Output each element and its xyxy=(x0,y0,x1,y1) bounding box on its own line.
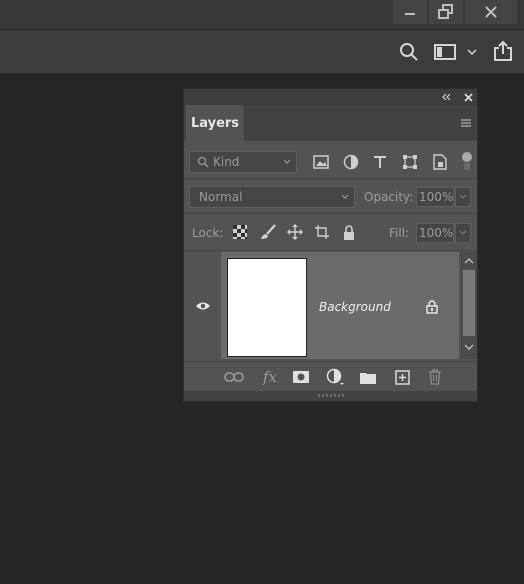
adjustment-icon xyxy=(326,368,344,385)
new-adjustment-layer-button[interactable] xyxy=(326,368,346,386)
chevron-down-icon xyxy=(459,194,467,199)
blend-mode-select[interactable]: Normal xyxy=(189,186,355,208)
smart-object-filter-icon xyxy=(433,154,447,170)
blend-row: Normal Opacity: 100% xyxy=(184,179,477,214)
lock-position-button[interactable] xyxy=(286,223,304,241)
new-layer-icon xyxy=(394,369,410,385)
share-button[interactable] xyxy=(491,39,515,63)
lock-label: Lock: xyxy=(192,226,224,240)
fill-dropdown[interactable] xyxy=(455,223,471,243)
panel-titlebar[interactable] xyxy=(184,89,477,105)
workspace-dropdown[interactable] xyxy=(466,46,478,58)
layers-panel: Layers Kind Normal Opacity: 100% Lock: F… xyxy=(183,88,478,402)
opacity-value: 100% xyxy=(419,190,454,204)
move-icon xyxy=(287,224,303,240)
lock-icon xyxy=(426,300,438,314)
panel-tab-row: Layers xyxy=(184,105,477,141)
search-icon xyxy=(400,43,418,61)
filter-kind-select[interactable]: Kind xyxy=(189,151,297,173)
artboard-icon xyxy=(315,225,329,239)
chevron-down-icon xyxy=(464,344,474,350)
layer-lock-indicator xyxy=(425,299,439,315)
close-panel-button[interactable] xyxy=(461,90,475,104)
trash-icon xyxy=(429,369,441,385)
add-mask-button[interactable] xyxy=(292,369,310,385)
opacity-dropdown[interactable] xyxy=(455,187,471,207)
restore-button[interactable] xyxy=(429,0,463,24)
share-icon xyxy=(494,40,512,61)
workspace-icon xyxy=(434,44,456,60)
restore-icon xyxy=(438,4,453,19)
minimize-button[interactable] xyxy=(393,0,427,24)
type-filter-button[interactable] xyxy=(371,153,389,171)
fill-value: 100% xyxy=(419,226,454,240)
chevron-down-icon xyxy=(467,49,477,56)
menu-icon xyxy=(461,119,471,127)
filter-row: Kind xyxy=(184,141,477,179)
lock-image-pixels-button[interactable] xyxy=(259,223,277,241)
window-titlebar xyxy=(0,0,524,30)
lock-transparent-pixels-button[interactable] xyxy=(232,224,248,240)
double-chevron-left-icon xyxy=(442,93,451,101)
new-layer-button[interactable] xyxy=(393,369,411,385)
link-icon xyxy=(224,372,244,382)
layer-row-background[interactable]: Background xyxy=(221,252,459,359)
search-icon xyxy=(197,156,209,168)
layer-visibility-toggle[interactable] xyxy=(194,299,212,313)
scrollbar-thumb[interactable] xyxy=(463,270,475,336)
filter-kind-label: Kind xyxy=(213,155,240,169)
layer-thumbnail xyxy=(227,258,307,357)
lock-all-button[interactable] xyxy=(341,223,357,241)
folder-icon xyxy=(360,372,376,384)
link-layers-button[interactable] xyxy=(223,369,245,385)
shape-filter-icon xyxy=(403,155,417,169)
type-filter-icon xyxy=(374,156,386,168)
layer-name: Background xyxy=(319,300,391,314)
chevron-down-icon xyxy=(459,230,467,235)
opacity-label: Opacity: xyxy=(364,190,414,204)
search-button[interactable] xyxy=(398,42,420,62)
fx-icon: fx xyxy=(262,368,277,386)
mask-icon xyxy=(293,371,309,383)
opacity-input[interactable]: 100% xyxy=(416,187,454,207)
image-filter-icon xyxy=(313,155,329,169)
smart-object-filter-button[interactable] xyxy=(431,153,449,171)
tab-layers[interactable]: Layers xyxy=(186,105,245,141)
checkerboard-icon xyxy=(233,225,247,239)
chevron-up-icon xyxy=(464,258,474,264)
collapse-panel-button[interactable] xyxy=(440,90,454,104)
delete-layer-button[interactable] xyxy=(426,368,444,386)
lock-artboard-button[interactable] xyxy=(313,223,331,241)
blend-mode-value: Normal xyxy=(199,190,243,204)
fill-label: Fill: xyxy=(389,226,410,240)
tab-layers-label: Layers xyxy=(190,115,240,131)
eye-icon xyxy=(196,302,210,310)
workspace-button[interactable] xyxy=(433,42,457,62)
minimize-icon xyxy=(405,13,415,15)
grip-dots xyxy=(318,394,344,397)
adjustment-filter-icon xyxy=(343,154,359,170)
brush-icon xyxy=(261,224,276,239)
panel-resize-grip[interactable] xyxy=(184,391,477,401)
filter-toggle[interactable] xyxy=(462,152,472,162)
lock-row: Lock: Fill: 100% xyxy=(184,214,477,251)
image-filter-button[interactable] xyxy=(312,153,330,171)
options-bar xyxy=(0,30,524,74)
close-icon xyxy=(485,6,497,18)
chevron-down-icon xyxy=(341,194,349,199)
add-layer-style-button[interactable]: fx xyxy=(259,367,281,387)
layers-bottom-toolbar: fx xyxy=(184,361,477,392)
shape-filter-button[interactable] xyxy=(401,153,419,171)
new-group-button[interactable] xyxy=(359,369,377,385)
panel-menu-button[interactable] xyxy=(460,118,472,128)
adjustment-filter-button[interactable] xyxy=(342,153,360,171)
close-icon xyxy=(463,92,473,102)
fill-input[interactable]: 100% xyxy=(416,223,454,243)
layers-scrollbar[interactable] xyxy=(461,252,477,359)
close-window-button[interactable] xyxy=(465,0,517,24)
chevron-down-icon xyxy=(283,159,291,164)
filter-toggle-track xyxy=(464,163,470,170)
lock-icon xyxy=(344,224,354,240)
